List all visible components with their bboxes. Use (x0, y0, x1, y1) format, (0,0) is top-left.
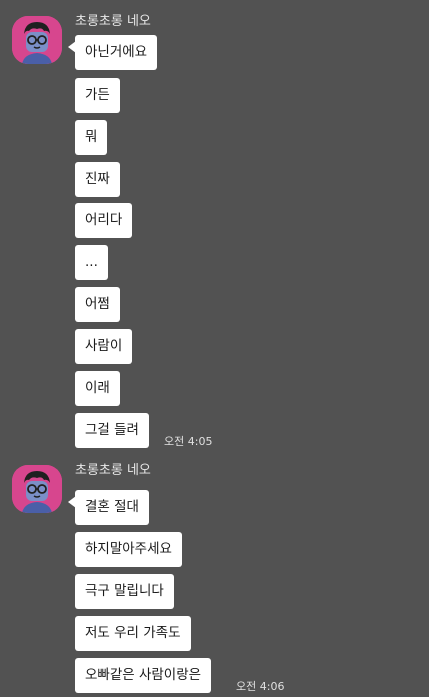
neo-avatar-icon (12, 465, 62, 513)
message-bubble[interactable]: 그걸 들려 (75, 413, 149, 448)
message-bubble[interactable]: 저도 우리 가족도 (75, 616, 191, 651)
sender-name: 초롱초롱 네오 (75, 14, 151, 29)
message-bubble[interactable]: ... (75, 245, 108, 280)
message-bubble[interactable]: 사람이 (75, 329, 133, 364)
message-timestamp: 오전 4:05 (164, 435, 213, 448)
message-bubble[interactable]: 가든 (75, 78, 120, 113)
message-bubble[interactable]: 극구 말립니다 (75, 574, 174, 609)
message-bubble[interactable]: 결혼 절대 (68, 490, 149, 525)
message-bubble[interactable]: 뭐 (75, 120, 108, 155)
message-bubble[interactable]: 어리다 (75, 203, 133, 238)
profile-avatar[interactable] (12, 465, 62, 513)
message-bubble[interactable]: 오빠같은 사람이랑은 (75, 658, 212, 693)
message-bubble[interactable]: 진짜 (75, 162, 120, 197)
profile-avatar[interactable] (12, 16, 62, 64)
message-bubble[interactable]: 하지말아주세요 (75, 532, 182, 567)
message-timestamp: 오전 4:06 (236, 680, 285, 693)
message-bubble[interactable]: 아닌거에요 (67, 35, 158, 70)
message-bubble[interactable]: 어쩜 (75, 287, 120, 322)
neo-avatar-icon (12, 16, 62, 64)
sender-name: 초롱초롱 네오 (75, 463, 151, 478)
message-bubble[interactable]: 이래 (75, 371, 120, 406)
